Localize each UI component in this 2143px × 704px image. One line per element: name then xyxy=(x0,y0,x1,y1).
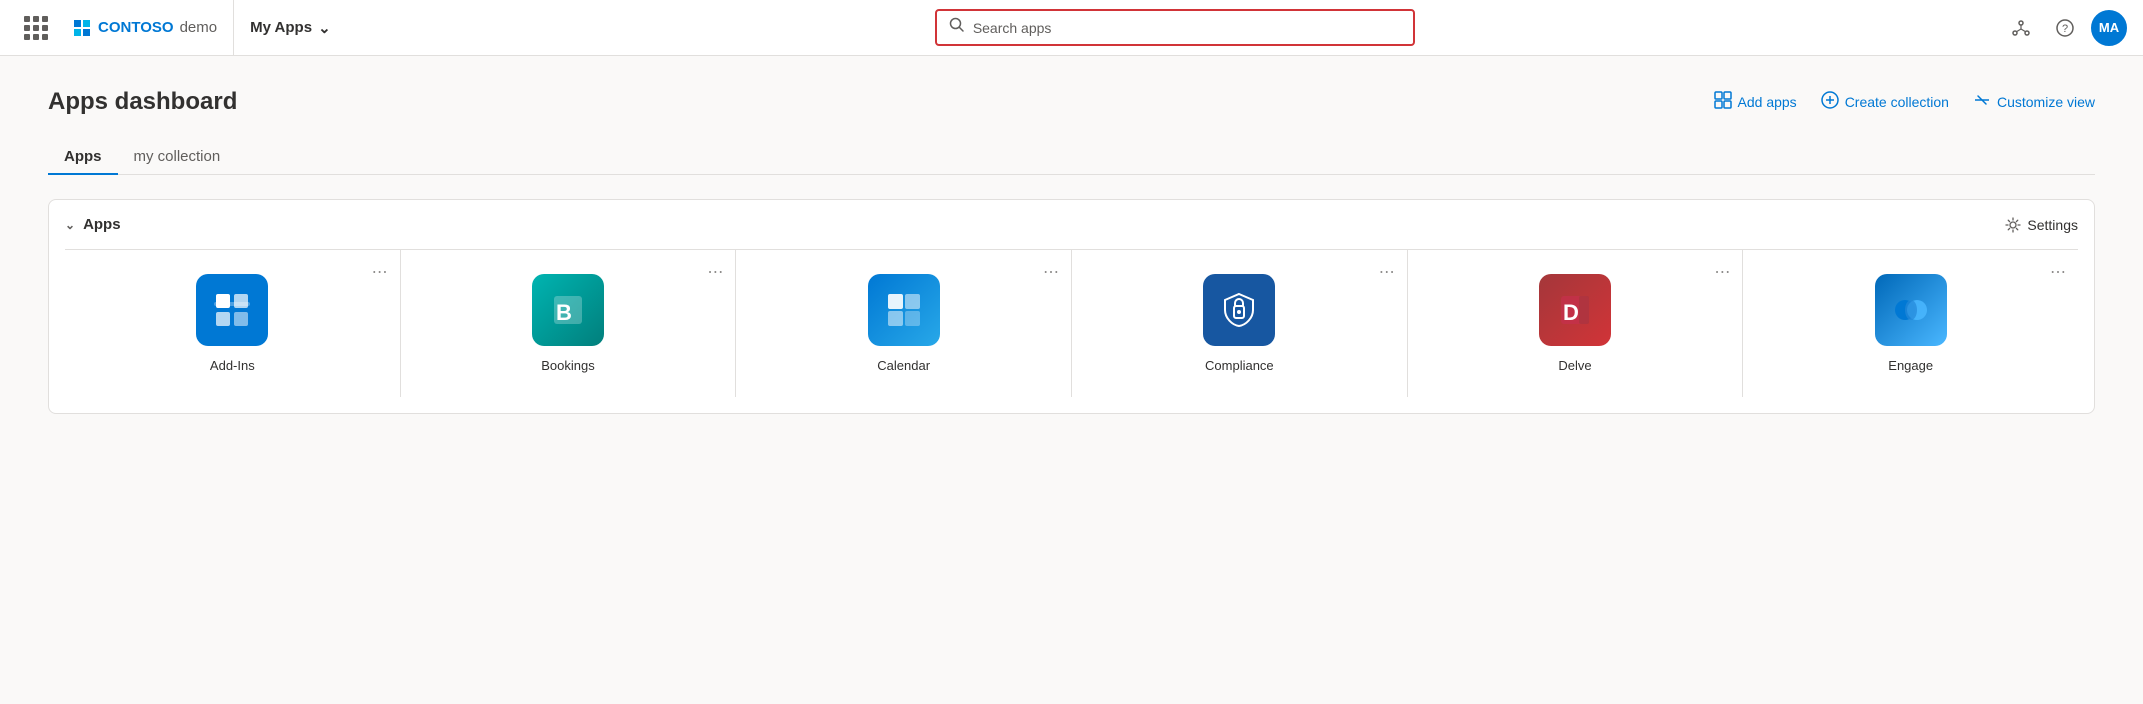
network-icon-button[interactable] xyxy=(2003,10,2039,46)
app-label-bookings: Bookings xyxy=(541,358,594,373)
app-card-delve[interactable]: ⋯ D Delve xyxy=(1408,250,1744,397)
grid-menu-button[interactable] xyxy=(16,8,56,48)
app-card-addins[interactable]: ⋯ Add-Ins xyxy=(65,250,401,397)
svg-text:D: D xyxy=(1563,300,1579,325)
chevron-down-icon: ⌄ xyxy=(318,19,331,37)
tab-bar: Apps my collection xyxy=(48,140,2095,175)
section-chevron-icon: ⌄ xyxy=(65,218,75,232)
app-label-calendar: Calendar xyxy=(877,358,930,373)
create-collection-label: Create collection xyxy=(1845,94,1949,110)
apps-grid: ⋯ Add-Ins ⋯ xyxy=(65,249,2078,397)
app-card-engage[interactable]: ⋯ Engage xyxy=(1743,250,2078,397)
app-card-calendar[interactable]: ⋯ Calendar xyxy=(736,250,1072,397)
app-icon-addins xyxy=(196,274,268,346)
tab-my-collection[interactable]: my collection xyxy=(118,140,237,175)
add-apps-button[interactable]: Add apps xyxy=(1714,91,1797,114)
app-label-delve: Delve xyxy=(1558,358,1591,373)
page-actions: Add apps Create collection xyxy=(1714,91,2095,114)
customize-view-label: Customize view xyxy=(1997,94,2095,110)
my-apps-label: My Apps xyxy=(250,19,312,36)
customize-view-icon xyxy=(1973,91,1991,114)
search-container: Search apps xyxy=(347,9,2003,46)
help-icon-button[interactable]: ? xyxy=(2047,10,2083,46)
search-placeholder: Search apps xyxy=(973,20,1052,36)
svg-text:?: ? xyxy=(2062,23,2068,35)
app-icon-calendar xyxy=(868,274,940,346)
search-icon xyxy=(949,17,965,38)
settings-label: Settings xyxy=(2027,217,2078,233)
app-card-menu-bookings[interactable]: ⋯ xyxy=(707,262,723,282)
header-right-actions: ? MA xyxy=(2003,10,2127,46)
page-title: Apps dashboard xyxy=(48,88,237,116)
app-card-menu-calendar[interactable]: ⋯ xyxy=(1043,262,1059,282)
app-label-compliance: Compliance xyxy=(1205,358,1274,373)
user-avatar[interactable]: MA xyxy=(2091,10,2127,46)
settings-button[interactable]: Settings xyxy=(2005,217,2078,233)
apps-section-title[interactable]: ⌄ Apps xyxy=(65,216,121,233)
my-apps-button[interactable]: My Apps ⌄ xyxy=(234,0,347,55)
add-apps-icon xyxy=(1714,91,1732,114)
app-card-menu-engage[interactable]: ⋯ xyxy=(2050,262,2066,282)
app-card-compliance[interactable]: ⋯ Compliance xyxy=(1072,250,1408,397)
create-collection-icon xyxy=(1821,91,1839,114)
app-label-addins: Add-Ins xyxy=(210,358,255,373)
brand-area: CONTOSO demo xyxy=(56,0,234,55)
app-card-bookings[interactable]: ⋯ B Bookings xyxy=(401,250,737,397)
page-header: Apps dashboard Add apps xyxy=(48,88,2095,116)
create-collection-button[interactable]: Create collection xyxy=(1821,91,1949,114)
customize-view-button[interactable]: Customize view xyxy=(1973,91,2095,114)
contoso-logo-icon xyxy=(72,18,92,38)
settings-gear-icon xyxy=(2005,217,2021,233)
main-content: Apps dashboard Add apps xyxy=(0,56,2143,704)
app-card-menu-delve[interactable]: ⋯ xyxy=(1714,262,1730,282)
tab-apps[interactable]: Apps xyxy=(48,140,118,175)
section-title-text: Apps xyxy=(83,216,121,233)
app-icon-engage xyxy=(1875,274,1947,346)
app-icon-bookings: B xyxy=(532,274,604,346)
app-card-menu-addins[interactable]: ⋯ xyxy=(372,262,388,282)
svg-text:B: B xyxy=(556,300,572,325)
add-apps-label: Add apps xyxy=(1738,94,1797,110)
brand-logo[interactable]: CONTOSO demo xyxy=(72,18,217,38)
app-icon-compliance xyxy=(1203,274,1275,346)
app-label-engage: Engage xyxy=(1888,358,1933,373)
search-box[interactable]: Search apps xyxy=(935,9,1415,46)
apps-section-header: ⌄ Apps Settings xyxy=(65,216,2078,233)
brand-demo-text: demo xyxy=(180,19,218,36)
app-card-menu-compliance[interactable]: ⋯ xyxy=(1379,262,1395,282)
apps-section: ⌄ Apps Settings ⋯ xyxy=(48,199,2095,414)
app-header: CONTOSO demo My Apps ⌄ Search apps xyxy=(0,0,2143,56)
app-icon-delve: D xyxy=(1539,274,1611,346)
brand-name-text: CONTOSO xyxy=(98,19,174,36)
